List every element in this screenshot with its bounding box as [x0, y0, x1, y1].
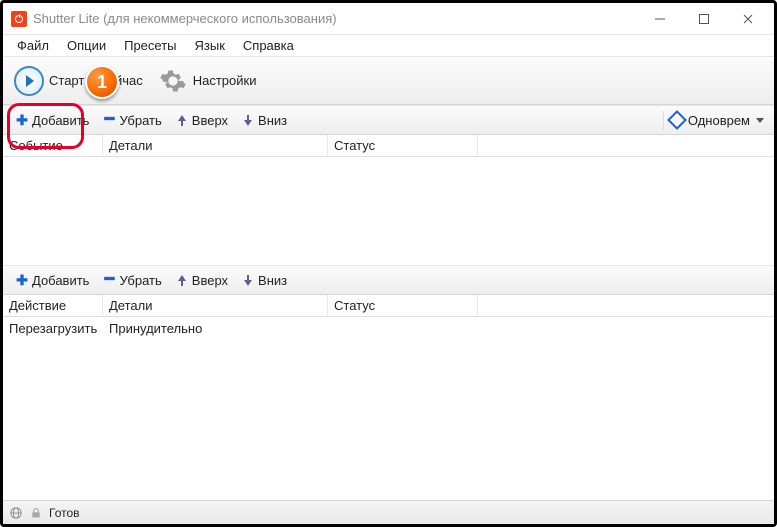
- minus-icon: ━: [103, 274, 115, 286]
- minus-icon: ━: [103, 114, 115, 126]
- row-details: Принудительно: [103, 319, 328, 338]
- menu-help[interactable]: Справка: [235, 36, 302, 55]
- actions-remove-button[interactable]: ━ Убрать: [96, 270, 168, 291]
- menubar: Файл Опции Пресеты Язык Справка: [3, 35, 774, 57]
- actions-up-button[interactable]: Вверх: [169, 270, 235, 291]
- events-col-details[interactable]: Детали: [103, 135, 328, 156]
- arrow-down-icon: [242, 274, 254, 286]
- actions-down-button[interactable]: Вниз: [235, 270, 294, 291]
- gear-icon: [157, 65, 189, 97]
- status-text: Готов: [49, 506, 80, 520]
- table-row[interactable]: Перезагрузить Принудительно: [3, 317, 774, 339]
- now-button[interactable]: Сейчас: [92, 69, 148, 92]
- events-col-status[interactable]: Статус: [328, 135, 478, 156]
- actions-pane: Действие Детали Статус Перезагрузить При…: [3, 295, 774, 500]
- events-subbar: ✚ Добавить ━ Убрать Вверх Вниз Одноврем: [3, 105, 774, 135]
- events-down-label: Вниз: [258, 113, 287, 128]
- actions-header: Действие Детали Статус: [3, 295, 774, 317]
- arrow-down-icon: [242, 114, 254, 126]
- chevron-down-icon: [756, 118, 764, 123]
- events-add-label: Добавить: [32, 113, 89, 128]
- events-add-button[interactable]: ✚ Добавить: [9, 110, 96, 131]
- menu-presets[interactable]: Пресеты: [116, 36, 184, 55]
- play-icon: [13, 65, 45, 97]
- events-remove-label: Убрать: [119, 113, 161, 128]
- plus-icon: ✚: [16, 114, 28, 126]
- now-label: Сейчас: [98, 73, 142, 88]
- plus-icon: ✚: [16, 274, 28, 286]
- mode-combo[interactable]: Одноврем: [663, 111, 768, 130]
- actions-up-label: Вверх: [192, 273, 228, 288]
- actions-col-spare[interactable]: [478, 295, 774, 316]
- arrow-up-icon: [176, 114, 188, 126]
- row-action: Перезагрузить: [3, 319, 103, 338]
- mode-label: Одноврем: [688, 113, 750, 128]
- actions-subbar: ✚ Добавить ━ Убрать Вверх Вниз: [3, 265, 774, 295]
- lock-icon[interactable]: [29, 506, 43, 520]
- events-pane: Событие Детали Статус: [3, 135, 774, 265]
- arrow-up-icon: [176, 274, 188, 286]
- menu-file[interactable]: Файл: [9, 36, 57, 55]
- globe-icon[interactable]: [9, 506, 23, 520]
- settings-label: Настройки: [193, 73, 257, 88]
- events-body[interactable]: [3, 157, 774, 265]
- start-label: Старт: [49, 73, 84, 88]
- settings-button[interactable]: Настройки: [151, 61, 263, 101]
- menu-options[interactable]: Опции: [59, 36, 114, 55]
- main-toolbar: Старт Сейчас Настройки: [3, 57, 774, 105]
- events-remove-button[interactable]: ━ Убрать: [96, 110, 168, 131]
- start-button[interactable]: Старт: [7, 61, 90, 101]
- actions-col-details[interactable]: Детали: [103, 295, 328, 316]
- actions-add-label: Добавить: [32, 273, 89, 288]
- actions-body[interactable]: Перезагрузить Принудительно: [3, 317, 774, 500]
- menu-language[interactable]: Язык: [187, 36, 233, 55]
- window-title: Shutter Lite (для некоммерческого исполь…: [33, 11, 337, 26]
- statusbar: Готов: [3, 500, 774, 524]
- events-header: Событие Детали Статус: [3, 135, 774, 157]
- events-col-event[interactable]: Событие: [3, 135, 103, 156]
- events-col-spare[interactable]: [478, 135, 774, 156]
- maximize-button[interactable]: [682, 4, 726, 34]
- actions-down-label: Вниз: [258, 273, 287, 288]
- diamond-icon: [667, 110, 687, 130]
- actions-col-status[interactable]: Статус: [328, 295, 478, 316]
- titlebar: Shutter Lite (для некоммерческого исполь…: [3, 3, 774, 35]
- row-status: [328, 326, 478, 330]
- minimize-button[interactable]: [638, 4, 682, 34]
- actions-remove-label: Убрать: [119, 273, 161, 288]
- app-window: Shutter Lite (для некоммерческого исполь…: [0, 0, 777, 527]
- app-icon: [11, 11, 27, 27]
- actions-col-action[interactable]: Действие: [3, 295, 103, 316]
- actions-add-button[interactable]: ✚ Добавить: [9, 270, 96, 291]
- events-up-label: Вверх: [192, 113, 228, 128]
- events-down-button[interactable]: Вниз: [235, 110, 294, 131]
- close-button[interactable]: [726, 4, 770, 34]
- events-up-button[interactable]: Вверх: [169, 110, 235, 131]
